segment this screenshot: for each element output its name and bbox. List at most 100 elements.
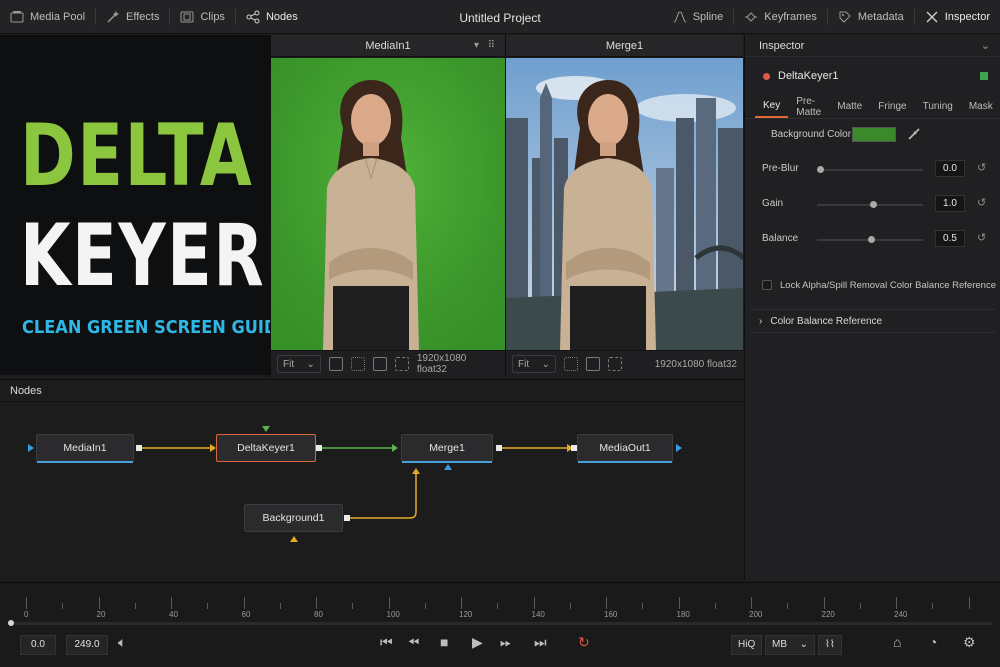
end-time-field[interactable]: 249.0 xyxy=(66,635,108,655)
chevron-down-icon[interactable]: ⌄ xyxy=(981,39,990,52)
guides-icon[interactable] xyxy=(608,357,622,371)
background-color-swatch[interactable] xyxy=(852,127,896,142)
color-balance-reference-section[interactable]: › Color Balance Reference xyxy=(751,309,995,333)
chevron-down-icon: ⌄ xyxy=(541,358,550,370)
current-time-field[interactable]: 0.0 xyxy=(20,635,56,655)
tick-mark xyxy=(243,597,245,609)
scrub-bar[interactable] xyxy=(8,622,992,625)
settings-gear-icon[interactable]: ⚙︎ xyxy=(963,634,976,651)
tab-tuning[interactable]: Tuning xyxy=(915,95,961,118)
inspector-node-row[interactable]: DeltaKeyer1 xyxy=(745,57,1000,95)
time-ruler[interactable]: 0 20 40 60 80 100 120 140 160 180 200 220 240 xyxy=(0,591,1000,619)
tab-key[interactable]: Key xyxy=(755,95,789,118)
tab-mask[interactable]: Mask xyxy=(961,95,1000,118)
tick-label: 220 xyxy=(821,610,835,619)
tutorial-title-card: DELTA KEYER CLEAN GREEN SCREEN GUIDE xyxy=(0,35,270,375)
balance-slider[interactable] xyxy=(817,236,923,243)
fit-dropdown[interactable]: Fit ⌄ xyxy=(512,355,556,373)
pre-blur-label: Pre-Blur xyxy=(762,163,799,174)
keyframes-button[interactable]: Keyframes xyxy=(734,0,827,34)
slider-knob[interactable] xyxy=(867,236,875,243)
node-merge1[interactable]: Merge1 xyxy=(401,434,493,463)
gain-row: Gain 1.0 ↺ xyxy=(745,188,1000,223)
tab-matte[interactable]: Matte xyxy=(829,95,870,118)
media-pool-button[interactable]: Media Pool xyxy=(0,0,95,33)
inspector-label: Inspector xyxy=(944,11,990,23)
nodes-button[interactable]: Nodes xyxy=(236,0,308,33)
pre-blur-slider[interactable] xyxy=(817,166,923,173)
pre-blur-row: Pre-Blur 0.0 ↺ xyxy=(745,153,1000,188)
go-to-start-icon[interactable]: ⏮︎ xyxy=(380,634,393,651)
slider-knob[interactable] xyxy=(817,166,824,173)
pre-blur-value[interactable]: 0.0 xyxy=(935,160,965,177)
lock-alpha-checkbox[interactable] xyxy=(762,280,772,290)
clips-label: Clips xyxy=(200,10,225,23)
gain-value[interactable]: 1.0 xyxy=(935,195,965,212)
tick-mark xyxy=(98,597,100,609)
node-mediain1[interactable]: MediaIn1 xyxy=(36,434,134,463)
inspector-header: Inspector ⌄ xyxy=(745,35,1000,57)
viewer-left-image[interactable] xyxy=(271,58,505,350)
go-to-end-icon[interactable]: ⏭︎ xyxy=(534,634,547,651)
transport-controls: 0.0 249.0 🔈︎ ⏮︎ ⏪︎ ■ ▶ ⏩︎ ⏭︎ ↻ HiQ MB ⌄ … xyxy=(0,631,1000,661)
viewer-left-resolution: 1920x1080 float32 xyxy=(416,353,467,375)
tick-label: 40 xyxy=(169,610,178,619)
checker-icon[interactable] xyxy=(586,357,600,371)
metadata-button[interactable]: Metadata xyxy=(828,0,914,34)
tick-mark xyxy=(533,597,535,609)
node-mediaout1[interactable]: MediaOut1 xyxy=(577,434,673,463)
tick-mark xyxy=(316,597,317,609)
checker-icon[interactable] xyxy=(372,357,387,371)
tick-label: 80 xyxy=(314,610,323,619)
rewind-icon[interactable]: ⏪︎ xyxy=(408,634,419,651)
eyedropper-icon[interactable] xyxy=(907,127,921,141)
fit-dropdown[interactable]: Fit ⌄ xyxy=(277,355,321,373)
reset-icon[interactable]: ↺ xyxy=(977,161,986,174)
slider-knob[interactable] xyxy=(870,201,877,208)
active-indicator[interactable] xyxy=(980,72,988,80)
tab-pre-matte[interactable]: Pre-Matte xyxy=(788,95,829,118)
balance-value[interactable]: 0.5 xyxy=(935,230,965,247)
hiq-toggle[interactable]: HiQ xyxy=(731,635,763,655)
tick-mark xyxy=(896,597,897,609)
guides-icon[interactable] xyxy=(394,357,409,371)
tab-fringe[interactable]: Fringe xyxy=(870,95,914,118)
spline-button[interactable]: Spline xyxy=(663,0,734,34)
tick-mark xyxy=(424,603,426,609)
chevron-down-icon[interactable]: ▾ xyxy=(474,40,479,51)
chevron-down-icon: ⌄ xyxy=(306,358,315,370)
gain-slider[interactable] xyxy=(817,201,923,208)
play-icon[interactable]: ▶ xyxy=(472,634,483,651)
roi-icon[interactable] xyxy=(328,357,343,371)
reset-icon[interactable]: ↺ xyxy=(977,196,986,209)
home-icon[interactable]: ⌂ xyxy=(893,634,901,650)
grid-icon[interactable] xyxy=(564,357,578,371)
history-icon[interactable]: ◔ xyxy=(929,634,937,650)
clips-button[interactable]: Clips xyxy=(170,0,234,33)
fast-forward-icon[interactable]: ⏩︎ xyxy=(500,634,511,651)
inspector-button[interactable]: Inspector xyxy=(915,0,1000,34)
effects-label: Effects xyxy=(126,10,160,23)
viewer-right-image[interactable] xyxy=(506,58,743,350)
volume-icon[interactable]: 🔈︎ xyxy=(118,634,126,651)
node-background1[interactable]: Background1 xyxy=(244,504,343,532)
stop-icon[interactable]: ■ xyxy=(440,634,448,650)
grip-icon[interactable]: ⠿ xyxy=(488,40,495,51)
subtitle-line: CLEAN GREEN SCREEN GUIDE xyxy=(22,317,270,338)
inspector-node-name: DeltaKeyer1 xyxy=(778,70,839,82)
timeline: 0 20 40 60 80 100 120 140 160 180 200 220 240 0.0 24… xyxy=(0,582,1000,667)
waveform-toggle[interactable]: ⌇⌇ xyxy=(818,635,842,655)
nodes-icon xyxy=(246,10,260,23)
grid-icon[interactable] xyxy=(350,357,365,371)
effects-button[interactable]: Effects xyxy=(96,0,169,33)
node-deltakeyer1[interactable]: DeltaKeyer1 xyxy=(216,434,316,462)
inspector-panel: Inspector ⌄ DeltaKeyer1 Key Pre-Matte Ma… xyxy=(744,35,1000,580)
mb-dropdown[interactable]: MB ⌄ xyxy=(765,635,815,655)
reset-icon[interactable]: ↺ xyxy=(977,231,986,244)
playhead[interactable] xyxy=(8,620,14,626)
loop-icon[interactable]: ↻ xyxy=(578,634,590,651)
background-color-label: Background Color xyxy=(771,129,852,140)
lock-alpha-row[interactable]: Lock Alpha/Spill Removal Color Balance R… xyxy=(745,270,1000,300)
media-pool-label: Media Pool xyxy=(30,10,86,23)
inspector-tabs: Key Pre-Matte Matte Fringe Tuning Mask xyxy=(745,95,1000,119)
